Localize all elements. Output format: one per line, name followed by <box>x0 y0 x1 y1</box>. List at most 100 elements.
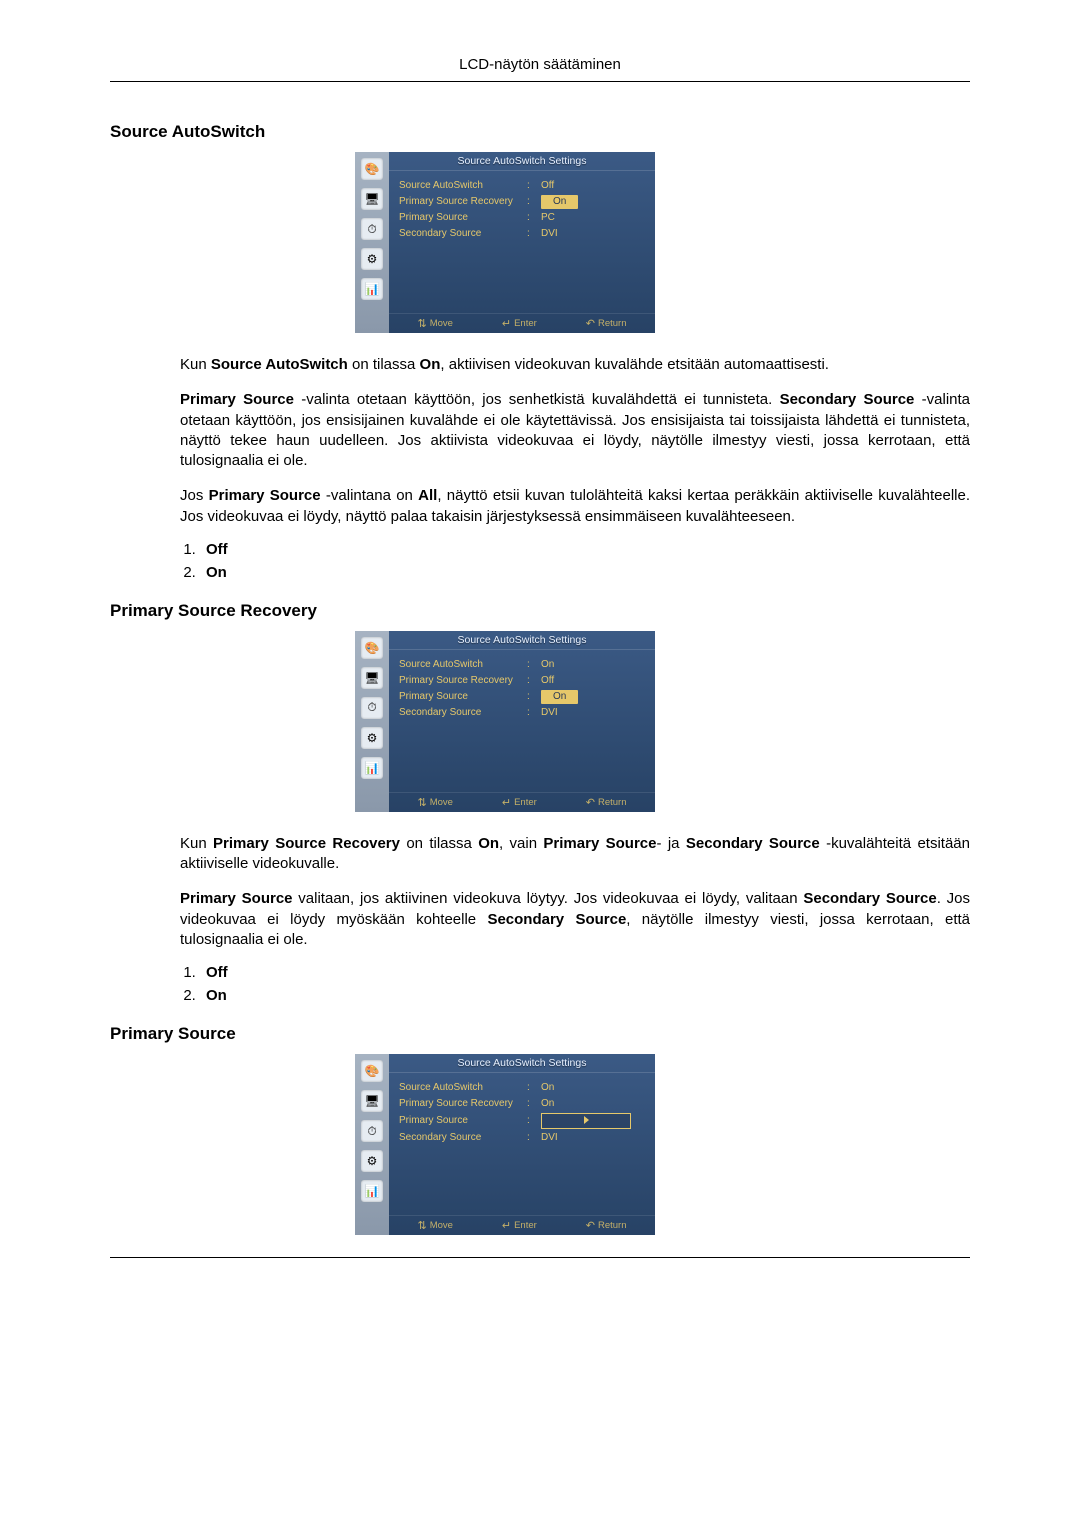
osd-rows: Source AutoSwitch:OnPrimary Source Recov… <box>389 1073 655 1215</box>
barchart-icon[interactable]: 📊 <box>361 757 383 779</box>
display-icon[interactable]: 🖥 <box>361 667 383 689</box>
osd-footer-move[interactable]: ⇅Move <box>417 796 452 809</box>
osd-row-colon: : <box>527 1081 537 1095</box>
osd-icon-column: 🎨 🖥 ⏱ ⚙ 📊 <box>355 152 389 333</box>
bold-term: Primary Source <box>180 391 294 408</box>
bold-term: Secondary Source <box>487 911 626 928</box>
osd-footer-move[interactable]: ⇅Move <box>417 317 452 330</box>
clock-icon[interactable]: ⏱ <box>361 218 383 240</box>
osd-row[interactable]: Primary Source Recovery:Off <box>399 674 645 688</box>
paragraph: Jos Primary Source -valintana on All, nä… <box>180 486 970 527</box>
osd-row-value[interactable]: On <box>537 1097 645 1111</box>
osd-row-label: Source AutoSwitch <box>399 1081 527 1095</box>
palette-icon[interactable]: 🎨 <box>361 158 383 180</box>
osd-row-colon: : <box>527 211 537 225</box>
osd-rows: Source AutoSwitch:OffPrimary Source Reco… <box>389 171 655 313</box>
osd-row[interactable]: Primary Source: <box>399 1113 645 1129</box>
option-item: Off <box>200 541 970 558</box>
bold-term: Primary Source Recovery <box>213 835 400 852</box>
osd-row-label: Primary Source Recovery <box>399 674 527 688</box>
osd-row-label: Primary Source Recovery <box>399 1097 527 1111</box>
option-item: On <box>200 564 970 581</box>
osd-row[interactable]: Secondary Source:DVI <box>399 1131 645 1145</box>
section-heading: Primary Source Recovery <box>110 601 970 621</box>
display-icon[interactable]: 🖥 <box>361 1090 383 1112</box>
nav-label: Return <box>598 797 627 808</box>
gear-icon[interactable]: ⚙ <box>361 248 383 270</box>
osd-row[interactable]: Primary Source Recovery:On <box>399 1097 645 1111</box>
osd-row[interactable]: Source AutoSwitch:Off <box>399 179 645 193</box>
osd-panel: 🎨🖥⏱⚙📊Source AutoSwitch SettingsSource Au… <box>355 152 655 333</box>
osd-row-value[interactable]: Off <box>537 179 645 193</box>
page-header-title: LCD-näytön säätäminen <box>110 56 970 73</box>
osd-row[interactable]: Primary Source:On <box>399 690 645 704</box>
nav-label: Return <box>598 318 627 329</box>
osd-footer-enter[interactable]: ↵Enter <box>502 1219 537 1232</box>
osd-footer-return[interactable]: ↶Return <box>586 796 627 809</box>
osd-row-colon: : <box>527 706 537 720</box>
osd-row-value[interactable]: On <box>537 195 645 209</box>
osd-footer-enter[interactable]: ↵Enter <box>502 317 537 330</box>
osd-footer: ⇅Move ↵Enter ↶Return <box>389 792 655 812</box>
osd-row[interactable]: Primary Source:PC <box>399 211 645 225</box>
bold-term: Primary Source <box>209 487 321 504</box>
osd-row-colon: : <box>527 1131 537 1145</box>
nav-symbol-icon: ⇅ <box>417 317 426 330</box>
clock-icon[interactable]: ⏱ <box>361 1120 383 1142</box>
osd-row-value[interactable]: On <box>537 1081 645 1095</box>
nav-symbol-icon: ⇅ <box>417 796 426 809</box>
document-page: LCD-näytön säätäminen Source AutoSwitch 🎨… <box>110 0 970 1298</box>
osd-row-value[interactable]: On <box>537 658 645 672</box>
clock-icon[interactable]: ⏱ <box>361 697 383 719</box>
bold-term: All <box>418 487 437 504</box>
barchart-icon[interactable]: 📊 <box>361 1180 383 1202</box>
osd-panel: 🎨🖥⏱⚙📊Source AutoSwitch SettingsSource Au… <box>355 631 655 812</box>
osd-row[interactable]: Secondary Source:DVI <box>399 706 645 720</box>
option-list: Off On <box>180 964 970 1004</box>
osd-footer-enter[interactable]: ↵Enter <box>502 796 537 809</box>
osd-row-label: Primary Source Recovery <box>399 195 527 209</box>
osd-row-label: Source AutoSwitch <box>399 658 527 672</box>
osd-row-value[interactable]: DVI <box>537 1131 645 1145</box>
osd-row-colon: : <box>527 1097 537 1111</box>
gear-icon[interactable]: ⚙ <box>361 1150 383 1172</box>
palette-icon[interactable]: 🎨 <box>361 1060 383 1082</box>
osd-row-label: Secondary Source <box>399 227 527 241</box>
footer-rule <box>110 1257 970 1258</box>
nav-label: Enter <box>514 318 537 329</box>
osd-footer-return[interactable]: ↶Return <box>586 317 627 330</box>
osd-row[interactable]: Secondary Source:DVI <box>399 227 645 241</box>
osd-row-label: Source AutoSwitch <box>399 179 527 193</box>
gear-icon[interactable]: ⚙ <box>361 727 383 749</box>
osd-row-value[interactable]: Off <box>537 674 645 688</box>
osd-row[interactable]: Source AutoSwitch:On <box>399 658 645 672</box>
paragraph: Primary Source valitaan, jos aktiivinen … <box>180 889 970 950</box>
bold-term: Primary Source <box>543 835 656 852</box>
osd-row-label: Primary Source <box>399 690 527 704</box>
osd-row[interactable]: Source AutoSwitch:On <box>399 1081 645 1095</box>
osd-row[interactable]: Primary Source Recovery:On <box>399 195 645 209</box>
osd-footer-return[interactable]: ↶Return <box>586 1219 627 1232</box>
osd-row-colon: : <box>527 179 537 193</box>
osd-row-label: Primary Source <box>399 1114 527 1128</box>
display-icon[interactable]: 🖥 <box>361 188 383 210</box>
osd-footer: ⇅Move ↵Enter ↶Return <box>389 313 655 333</box>
option-item: Off <box>200 964 970 981</box>
osd-row-value[interactable]: On <box>537 690 645 704</box>
palette-icon[interactable]: 🎨 <box>361 637 383 659</box>
osd-icon-column: 🎨 🖥 ⏱ ⚙ 📊 <box>355 1054 389 1235</box>
osd-footer-move[interactable]: ⇅Move <box>417 1219 452 1232</box>
osd-footer: ⇅Move ↵Enter ↶Return <box>389 1215 655 1235</box>
bold-term: On <box>478 835 499 852</box>
option-item: On <box>200 987 970 1004</box>
osd-row-value[interactable]: DVI <box>537 706 645 720</box>
osd-icon-column: 🎨 🖥 ⏱ ⚙ 📊 <box>355 631 389 812</box>
nav-symbol-icon: ↵ <box>502 317 511 330</box>
nav-symbol-icon: ↶ <box>586 317 595 330</box>
osd-row-value[interactable] <box>537 1113 645 1129</box>
osd-title: Source AutoSwitch Settings <box>389 1054 655 1073</box>
osd-row-value[interactable]: PC <box>537 211 645 225</box>
osd-row-value[interactable]: DVI <box>537 227 645 241</box>
barchart-icon[interactable]: 📊 <box>361 278 383 300</box>
bold-term: Secondary Source <box>686 835 820 852</box>
